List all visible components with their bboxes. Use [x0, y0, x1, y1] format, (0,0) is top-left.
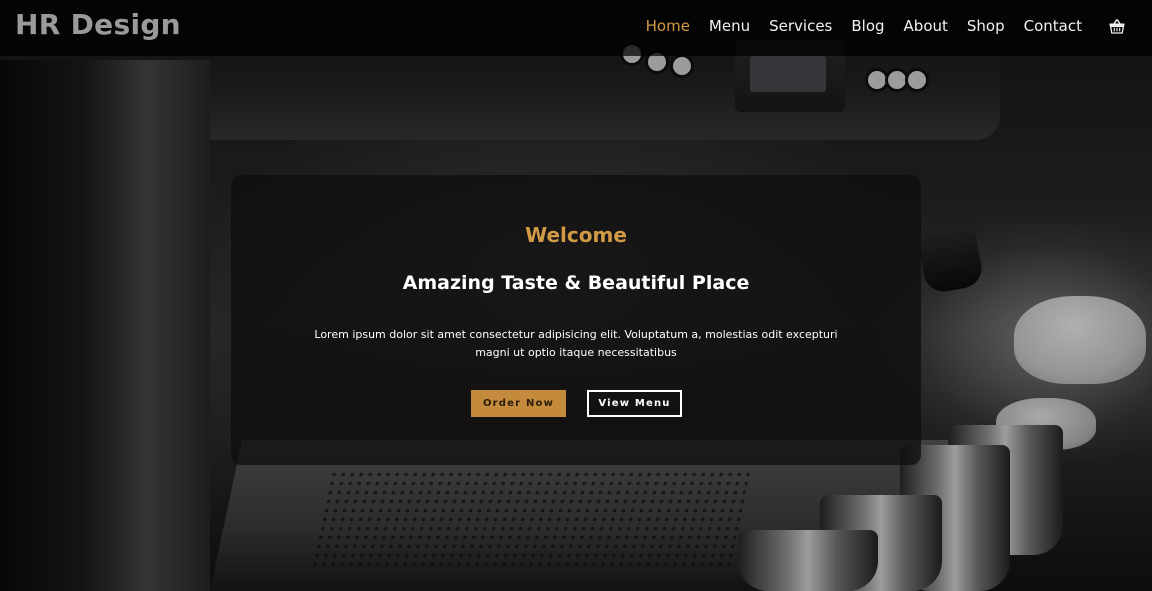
hero-headline: Amazing Taste & Beautiful Place — [402, 272, 750, 294]
nav-item-shop[interactable]: Shop — [967, 17, 1005, 35]
top-navbar: HR Design Home Menu Services Blog About … — [0, 0, 1152, 56]
nav-item-contact[interactable]: Contact — [1024, 17, 1082, 35]
nav-item-blog[interactable]: Blog — [851, 17, 884, 35]
hero-card: Welcome Amazing Taste & Beautiful Place … — [231, 175, 921, 465]
nav-item-menu[interactable]: Menu — [709, 17, 750, 35]
nav-item-services[interactable]: Services — [769, 17, 832, 35]
shopping-basket-icon[interactable] — [1108, 17, 1126, 35]
nav-menu: Home Menu Services Blog About Shop Conta… — [627, 0, 1126, 52]
page: HR Design Home Menu Services Blog About … — [0, 0, 1152, 591]
brand-logo[interactable]: HR Design — [15, 8, 181, 41]
hero-eyebrow: Welcome — [525, 223, 627, 247]
order-now-button[interactable]: Order Now — [471, 390, 566, 417]
nav-item-home[interactable]: Home — [646, 17, 690, 35]
view-menu-button[interactable]: View Menu — [587, 390, 682, 417]
hero-description: Lorem ipsum dolor sit amet consectetur a… — [314, 328, 838, 359]
nav-item-about[interactable]: About — [904, 17, 948, 35]
